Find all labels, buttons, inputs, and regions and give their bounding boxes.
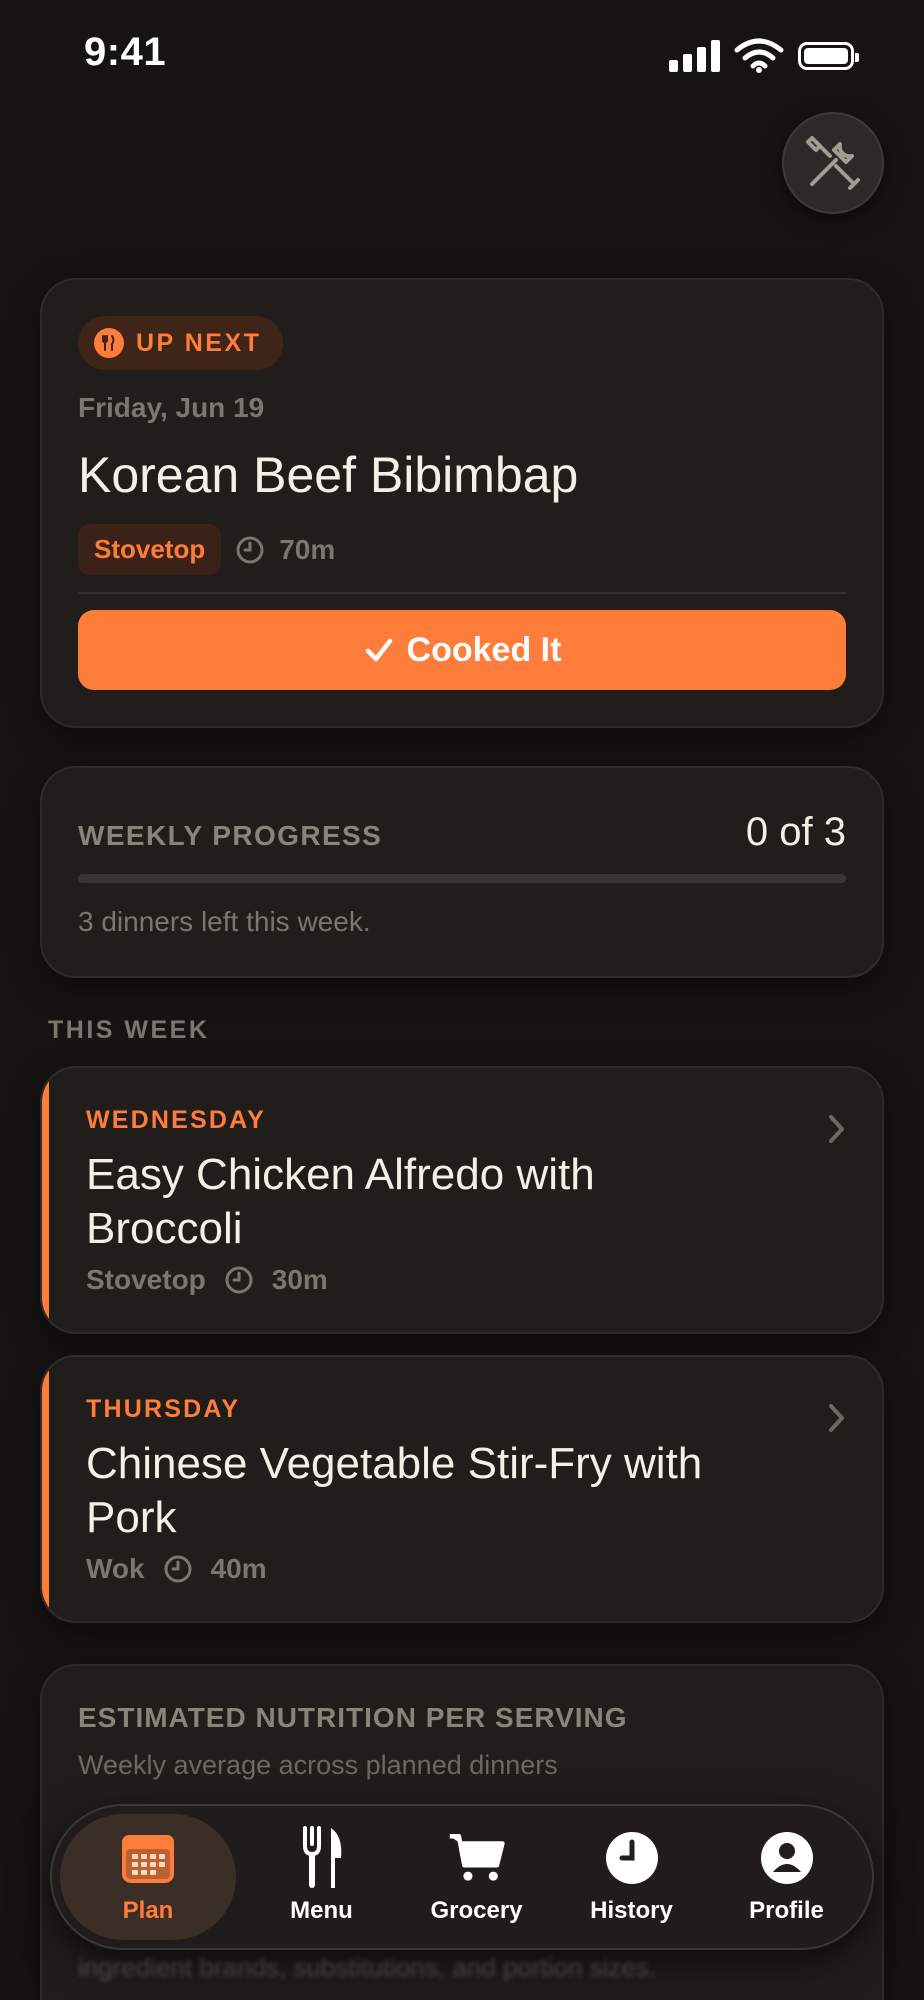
checkmark-icon [365, 638, 392, 662]
cooking-method: Wok [86, 1553, 145, 1584]
nutrition-subtitle: Weekly average across planned dinners [78, 1750, 558, 1780]
tab-plan[interactable]: Plan [60, 1814, 236, 1940]
tab-label: Grocery [430, 1897, 523, 1924]
up-next-date: Friday, Jun 19 [78, 392, 265, 423]
wifi-icon [734, 38, 784, 73]
clock-icon [225, 1266, 253, 1294]
up-next-card[interactable]: UP NEXT Friday, Jun 19 Korean Beef Bibim… [40, 278, 884, 728]
chevron-right-icon [829, 1115, 844, 1143]
divider [78, 592, 846, 594]
day-label: WEDNESDAY [86, 1106, 267, 1134]
tab-profile[interactable]: Profile [709, 1814, 864, 1940]
fork-knife-icon [293, 1826, 351, 1888]
chevron-right-icon [829, 1404, 844, 1432]
tools-button[interactable] [782, 112, 884, 214]
status-icons [669, 38, 859, 74]
up-next-meta: Stovetop 70m [78, 524, 335, 575]
utensils-icon [94, 328, 124, 358]
tab-grocery[interactable]: Grocery [399, 1814, 554, 1940]
nutrition-title: ESTIMATED NUTRITION PER SERVING [78, 1702, 628, 1733]
clock-icon [236, 536, 264, 563]
cook-time: 40m [210, 1553, 267, 1584]
cellular-signal-icon [669, 40, 720, 72]
tab-bar: Plan Menu Grocery History Profile [50, 1804, 874, 1950]
wrench-screwdriver-icon [806, 136, 860, 190]
progress-bar [78, 874, 846, 883]
cook-time: 30m [271, 1264, 328, 1295]
meal-title: Chinese Vegetable Stir-Fry with Pork [86, 1439, 703, 1542]
cooking-method-chip: Stovetop [78, 524, 222, 575]
cooked-it-label: Cooked It [406, 630, 562, 669]
tab-label: Menu [290, 1897, 353, 1924]
cart-icon [448, 1829, 506, 1887]
card-accent [42, 1357, 49, 1621]
meal-card-thursday[interactable]: THURSDAY Chinese Vegetable Stir-Fry with… [40, 1355, 884, 1623]
tab-history[interactable]: History [554, 1814, 709, 1940]
meal-meta: Stovetop 30m [86, 1264, 328, 1296]
up-next-badge: UP NEXT [78, 316, 284, 370]
cooking-method: Stovetop [86, 1264, 206, 1295]
status-bar: 9:41 [0, 0, 924, 110]
up-next-label: UP NEXT [136, 328, 262, 357]
tab-menu[interactable]: Menu [244, 1814, 399, 1940]
clock-icon [164, 1555, 192, 1583]
card-accent [42, 1068, 49, 1332]
status-time: 9:41 [84, 30, 167, 74]
weekly-progress-label: WEEKLY PROGRESS [78, 820, 383, 851]
tab-label: Profile [749, 1897, 824, 1924]
meal-meta: Wok 40m [86, 1553, 267, 1585]
weekly-progress-card: WEEKLY PROGRESS 0 of 3 3 dinners left th… [40, 766, 884, 978]
meal-card-wednesday[interactable]: WEDNESDAY Easy Chicken Alfredo with Broc… [40, 1066, 884, 1334]
tab-label: History [590, 1897, 673, 1924]
clock-icon [603, 1829, 661, 1887]
up-next-title: Korean Beef Bibimbap [78, 447, 579, 503]
nutrition-disclaimer: ingredient brands, substitutions, and po… [78, 1952, 657, 1982]
meal-title: Easy Chicken Alfredo with Broccoli [86, 1150, 595, 1253]
weekly-progress-note: 3 dinners left this week. [78, 906, 371, 937]
cooked-it-button[interactable]: Cooked It [78, 610, 846, 690]
person-icon [758, 1829, 816, 1887]
this-week-heading: THIS WEEK [48, 1016, 210, 1044]
battery-icon [798, 42, 859, 70]
weekly-progress-count: 0 of 3 [745, 810, 846, 854]
day-label: THURSDAY [86, 1395, 241, 1423]
calendar-icon [119, 1829, 177, 1887]
cook-time: 70m [279, 533, 336, 565]
tab-label: Plan [122, 1897, 174, 1924]
